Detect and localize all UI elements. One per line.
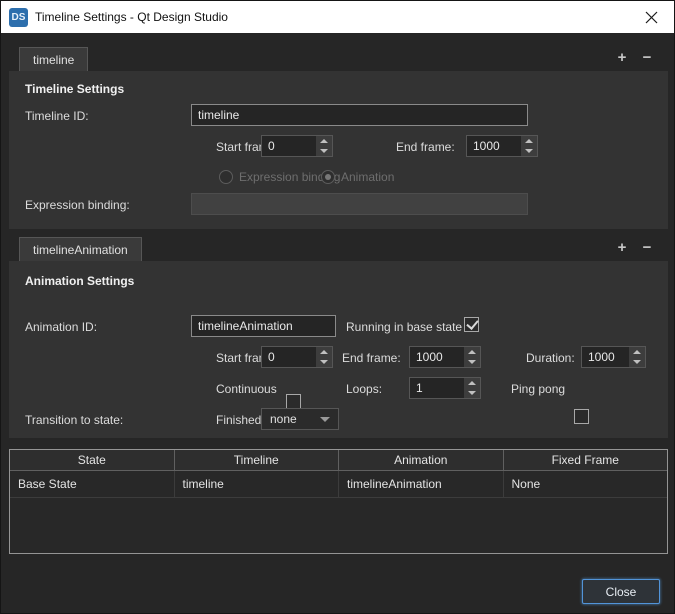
spinner-buttons bbox=[316, 347, 332, 367]
transition-to-state-label: Transition to state: bbox=[25, 413, 123, 427]
timeline-tabbar: timeline + − bbox=[9, 47, 666, 71]
cell-animation[interactable]: timelineAnimation bbox=[339, 471, 504, 497]
duration-label: Duration: bbox=[526, 351, 575, 365]
remove-timeline-button[interactable]: − bbox=[637, 47, 657, 67]
animation-radio: Animation bbox=[321, 170, 394, 184]
animation-end-frame-label: End frame: bbox=[342, 351, 401, 365]
animation-start-frame-spinner[interactable] bbox=[261, 346, 333, 368]
timeline-settings-heading: Timeline Settings bbox=[25, 82, 124, 96]
ping-pong-label: Ping pong bbox=[511, 382, 565, 396]
column-header-animation[interactable]: Animation bbox=[339, 450, 504, 470]
cell-fixed-frame[interactable]: None bbox=[504, 471, 668, 497]
finished-label: Finished: bbox=[216, 413, 265, 427]
spin-up-icon[interactable] bbox=[464, 347, 480, 357]
timeline-id-input[interactable] bbox=[191, 104, 528, 126]
running-in-base-state-label: Running in base state bbox=[346, 320, 462, 334]
animation-end-frame-input[interactable] bbox=[410, 347, 464, 367]
expression-binding-field-label: Expression binding: bbox=[25, 198, 130, 212]
animation-radio-label: Animation bbox=[341, 170, 394, 184]
chevron-down-icon bbox=[320, 417, 330, 422]
table-row[interactable]: Base State timeline timelineAnimation No… bbox=[10, 471, 667, 498]
spin-down-icon[interactable] bbox=[464, 357, 480, 367]
timeline-start-frame-input[interactable] bbox=[262, 136, 316, 156]
radio-selected-icon bbox=[321, 170, 335, 184]
timeline-id-label: Timeline ID: bbox=[25, 109, 89, 123]
tab-timeline-animation-label: timelineAnimation bbox=[33, 243, 128, 257]
timeline-end-frame-label: End frame: bbox=[396, 140, 455, 154]
finished-dropdown[interactable]: none bbox=[261, 408, 339, 430]
spin-up-icon[interactable] bbox=[629, 347, 645, 357]
cell-state[interactable]: Base State bbox=[10, 471, 175, 497]
spin-up-icon[interactable] bbox=[316, 136, 332, 146]
window-title: Timeline Settings - Qt Design Studio bbox=[35, 10, 629, 24]
add-timeline-button[interactable]: + bbox=[612, 47, 632, 67]
spinner-buttons bbox=[464, 378, 480, 398]
spinner-buttons bbox=[464, 347, 480, 367]
dialog-body: timeline + − Timeline Settings Timeline … bbox=[1, 47, 674, 604]
dialog-footer: Close bbox=[9, 579, 666, 604]
animation-group: timelineAnimation + − Animation Settings… bbox=[9, 237, 666, 438]
timeline-group: timeline + − Timeline Settings Timeline … bbox=[9, 47, 666, 229]
spin-down-icon[interactable] bbox=[464, 388, 480, 398]
duration-spinner[interactable] bbox=[581, 346, 646, 368]
spinner-buttons bbox=[316, 136, 332, 156]
tab-timeline-animation[interactable]: timelineAnimation bbox=[19, 237, 142, 261]
running-in-base-state-checkbox[interactable] bbox=[464, 317, 479, 332]
radio-unselected-icon bbox=[219, 170, 233, 184]
state-timeline-table: State Timeline Animation Fixed Frame Bas… bbox=[9, 449, 668, 554]
continuous-label: Continuous bbox=[216, 382, 277, 396]
animation-start-frame-input[interactable] bbox=[262, 347, 316, 367]
column-header-state[interactable]: State bbox=[10, 450, 175, 470]
animation-settings-heading: Animation Settings bbox=[25, 274, 134, 288]
loops-input[interactable] bbox=[410, 378, 464, 398]
timeline-settings-dialog: DS Timeline Settings - Qt Design Studio … bbox=[0, 0, 675, 614]
animation-tabbar: timelineAnimation + − bbox=[9, 237, 666, 261]
spinner-buttons bbox=[521, 136, 537, 156]
finished-dropdown-value: none bbox=[270, 412, 320, 426]
column-header-fixed-frame[interactable]: Fixed Frame bbox=[504, 450, 668, 470]
spin-down-icon[interactable] bbox=[521, 146, 537, 156]
animation-panel: Animation Settings Animation ID: Running… bbox=[9, 261, 668, 438]
spin-up-icon[interactable] bbox=[521, 136, 537, 146]
tab-timeline[interactable]: timeline bbox=[19, 47, 88, 71]
spin-down-icon[interactable] bbox=[316, 357, 332, 367]
loops-spinner[interactable] bbox=[409, 377, 481, 399]
continuous-checkbox[interactable] bbox=[286, 394, 301, 409]
column-header-timeline[interactable]: Timeline bbox=[175, 450, 340, 470]
titlebar: DS Timeline Settings - Qt Design Studio bbox=[1, 1, 674, 33]
timeline-end-frame-spinner[interactable] bbox=[466, 135, 538, 157]
app-logo-icon: DS bbox=[9, 8, 28, 27]
window-close-button[interactable] bbox=[629, 1, 674, 33]
loops-label: Loops: bbox=[346, 382, 382, 396]
timeline-end-frame-input[interactable] bbox=[467, 136, 521, 156]
tab-timeline-label: timeline bbox=[33, 53, 74, 67]
spin-down-icon[interactable] bbox=[316, 146, 332, 156]
animation-end-frame-spinner[interactable] bbox=[409, 346, 481, 368]
close-button[interactable]: Close bbox=[582, 579, 660, 604]
spin-up-icon[interactable] bbox=[316, 347, 332, 357]
spin-up-icon[interactable] bbox=[464, 378, 480, 388]
app-logo-text: DS bbox=[12, 12, 26, 23]
cell-timeline[interactable]: timeline bbox=[175, 471, 340, 497]
table-header-row: State Timeline Animation Fixed Frame bbox=[10, 450, 667, 471]
remove-animation-button[interactable]: − bbox=[637, 237, 657, 257]
ping-pong-checkbox[interactable] bbox=[574, 409, 589, 424]
add-animation-button[interactable]: + bbox=[612, 237, 632, 257]
animation-id-label: Animation ID: bbox=[25, 320, 97, 334]
expression-binding-input bbox=[191, 193, 528, 215]
timeline-panel: Timeline Settings Timeline ID: Start fra… bbox=[9, 71, 668, 229]
duration-input[interactable] bbox=[582, 347, 629, 367]
timeline-start-frame-spinner[interactable] bbox=[261, 135, 333, 157]
close-icon bbox=[645, 11, 658, 24]
spin-down-icon[interactable] bbox=[629, 357, 645, 367]
animation-id-input[interactable] bbox=[191, 315, 336, 337]
spinner-buttons bbox=[629, 347, 645, 367]
